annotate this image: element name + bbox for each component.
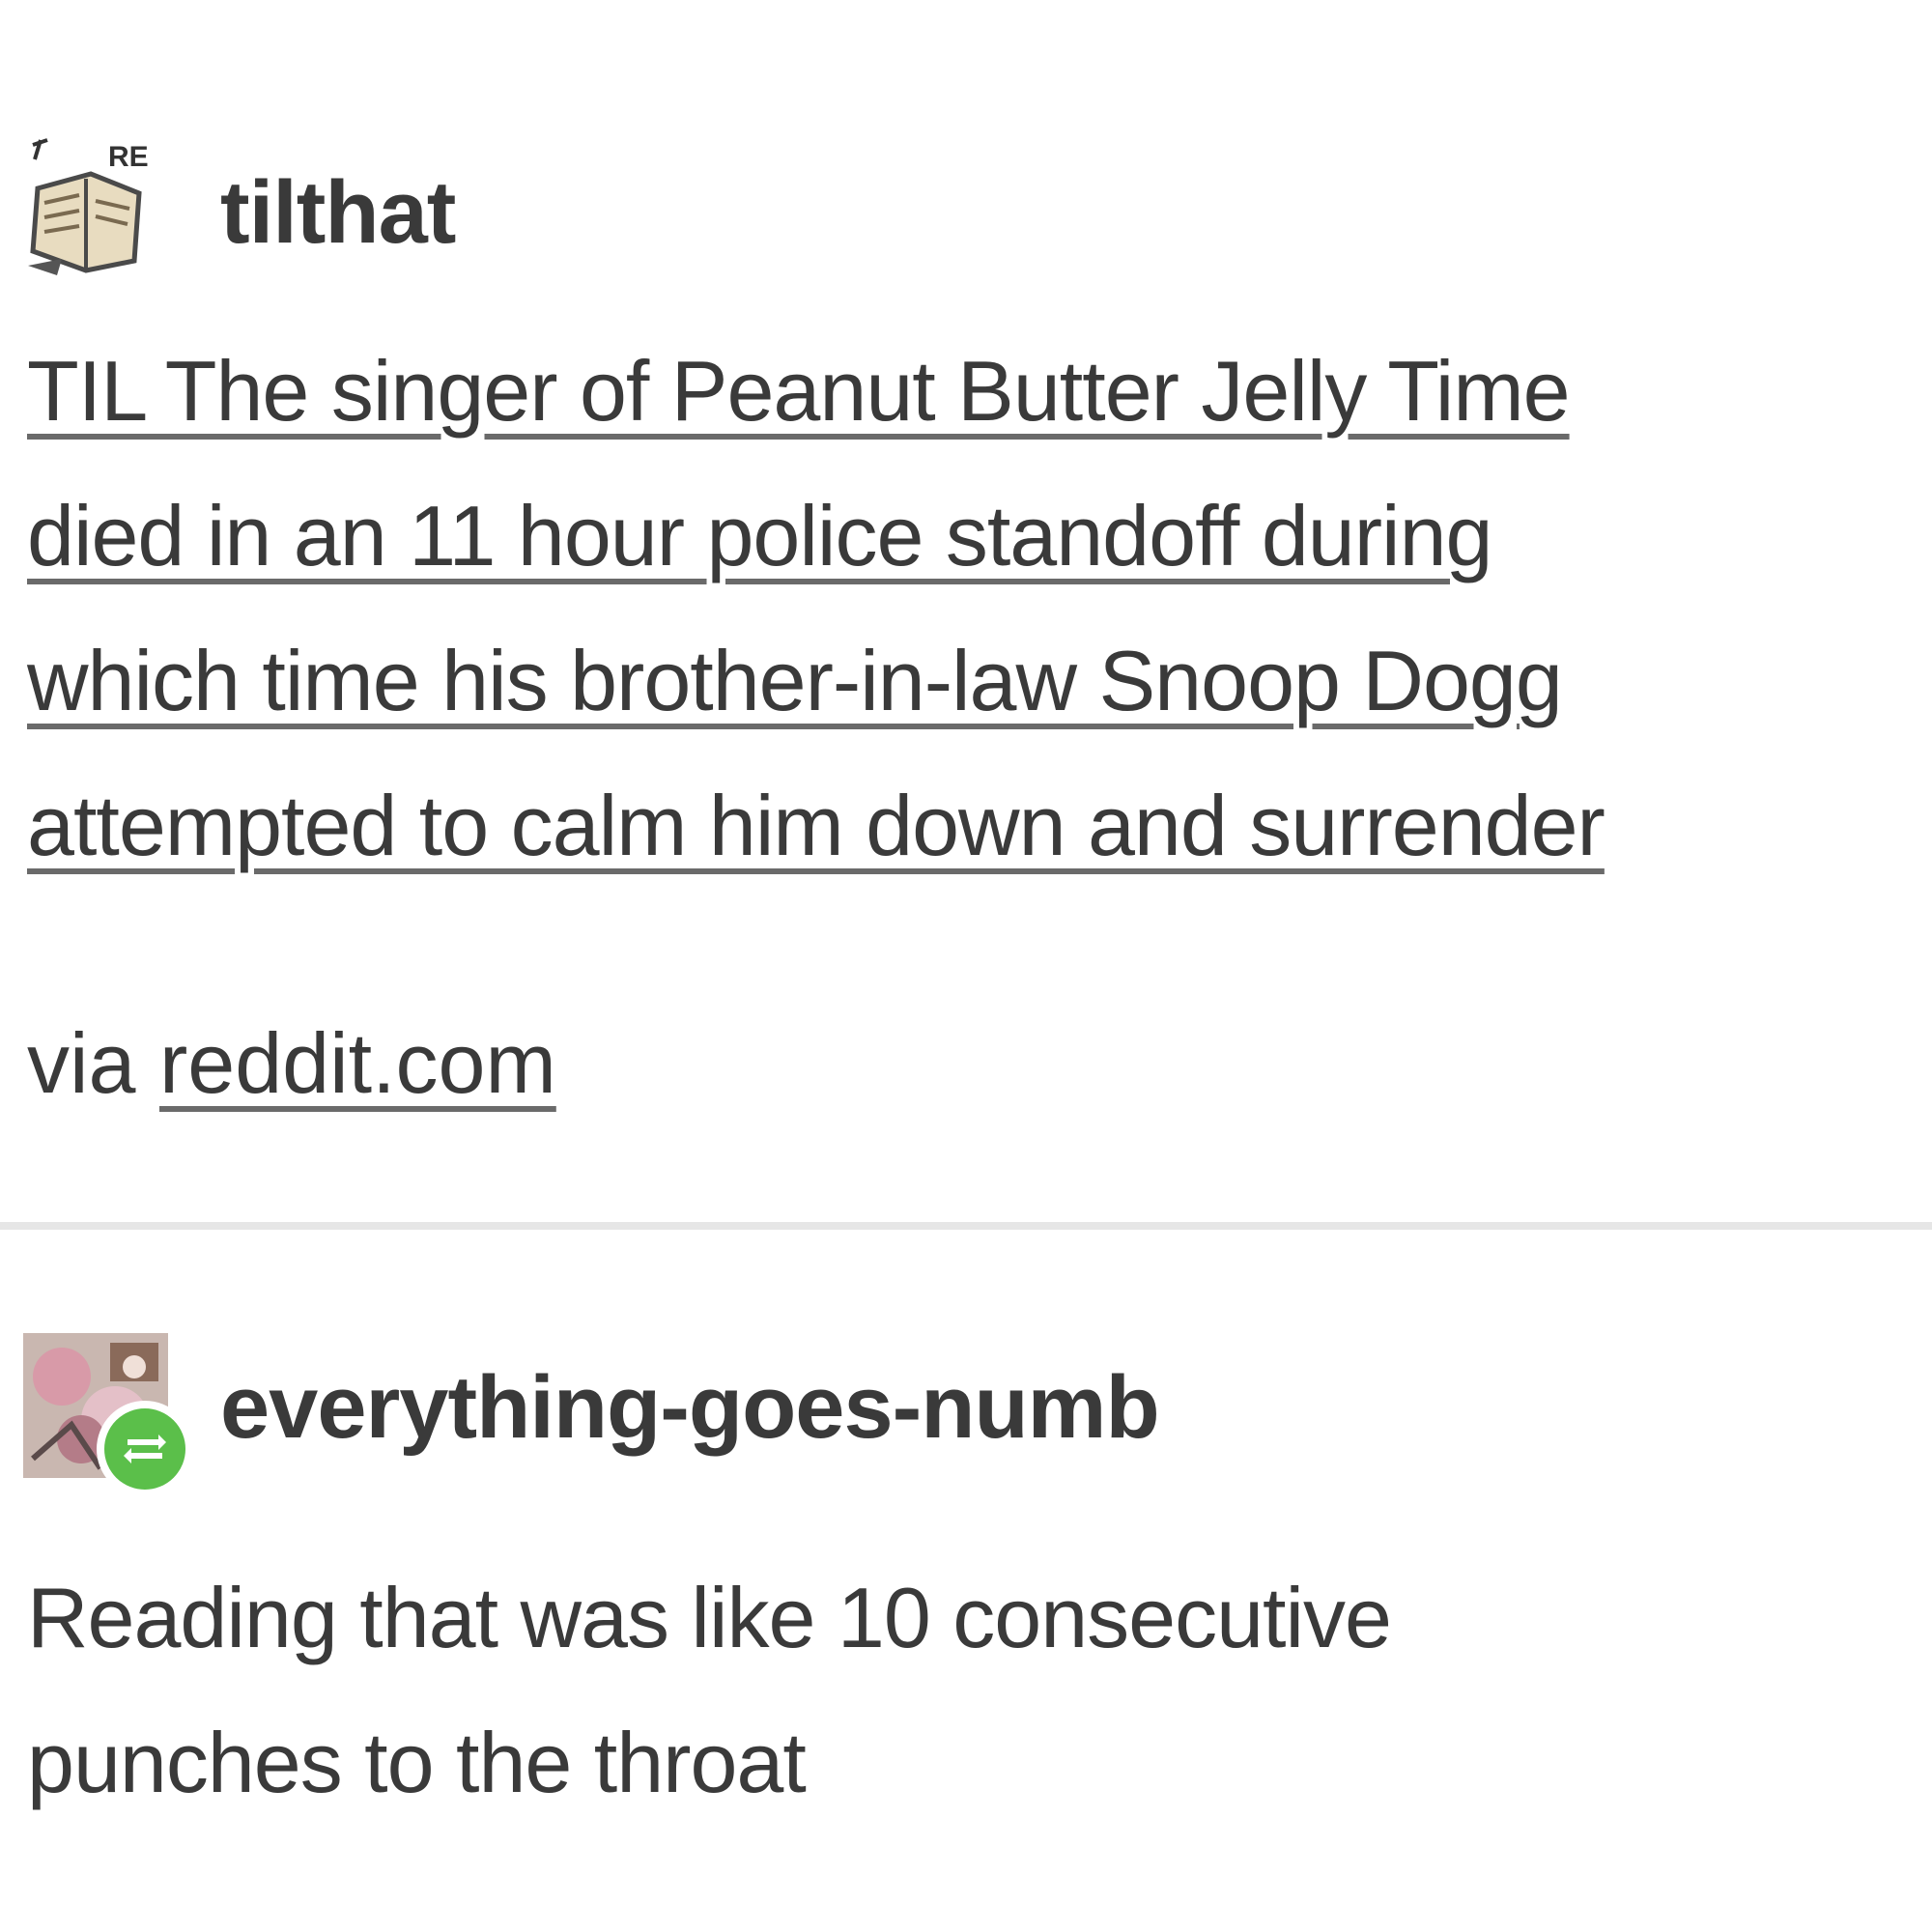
reblog-icon — [124, 1435, 166, 1463]
post-original: RE tilthat TIL The singer of Peanut Butt… — [0, 126, 1932, 1111]
username[interactable]: everything-goes-numb — [220, 1357, 1160, 1459]
post-link-line[interactable]: TIL The singer of Peanut Butter Jelly Ti… — [27, 319, 1920, 464]
book-avatar-icon: RE — [23, 135, 168, 280]
post-link-line[interactable]: attempted to calm him down and surrender — [27, 753, 1920, 898]
source-prefix: via — [27, 1015, 136, 1111]
post-divider — [0, 1222, 1932, 1230]
avatar-tilthat[interactable]: RE — [23, 135, 168, 280]
post-text-line: Reading that was like 10 consecutive — [27, 1570, 1392, 1665]
post-body: Reading that was like 10 consecutive pun… — [27, 1546, 1920, 1835]
post-body: TIL The singer of Peanut Butter Jelly Ti… — [27, 319, 1920, 898]
reblog-badge — [97, 1401, 193, 1497]
post-text-line: punches to the throat — [27, 1715, 807, 1810]
post-header: everything-goes-numb — [0, 1256, 1932, 1497]
post-source: via reddit.com — [27, 1014, 556, 1113]
username[interactable]: tilthat — [220, 162, 456, 264]
post-link-line[interactable]: died in an 11 hour police standoff durin… — [27, 464, 1920, 609]
post-header: RE tilthat — [0, 126, 1932, 290]
source-link[interactable]: reddit.com — [159, 1015, 556, 1111]
post-reblog: everything-goes-numb Reading that was li… — [0, 1256, 1932, 1810]
svg-text:RE: RE — [108, 141, 149, 173]
post-link-line[interactable]: which time his brother-in-law Snoop Dogg — [27, 609, 1920, 753]
